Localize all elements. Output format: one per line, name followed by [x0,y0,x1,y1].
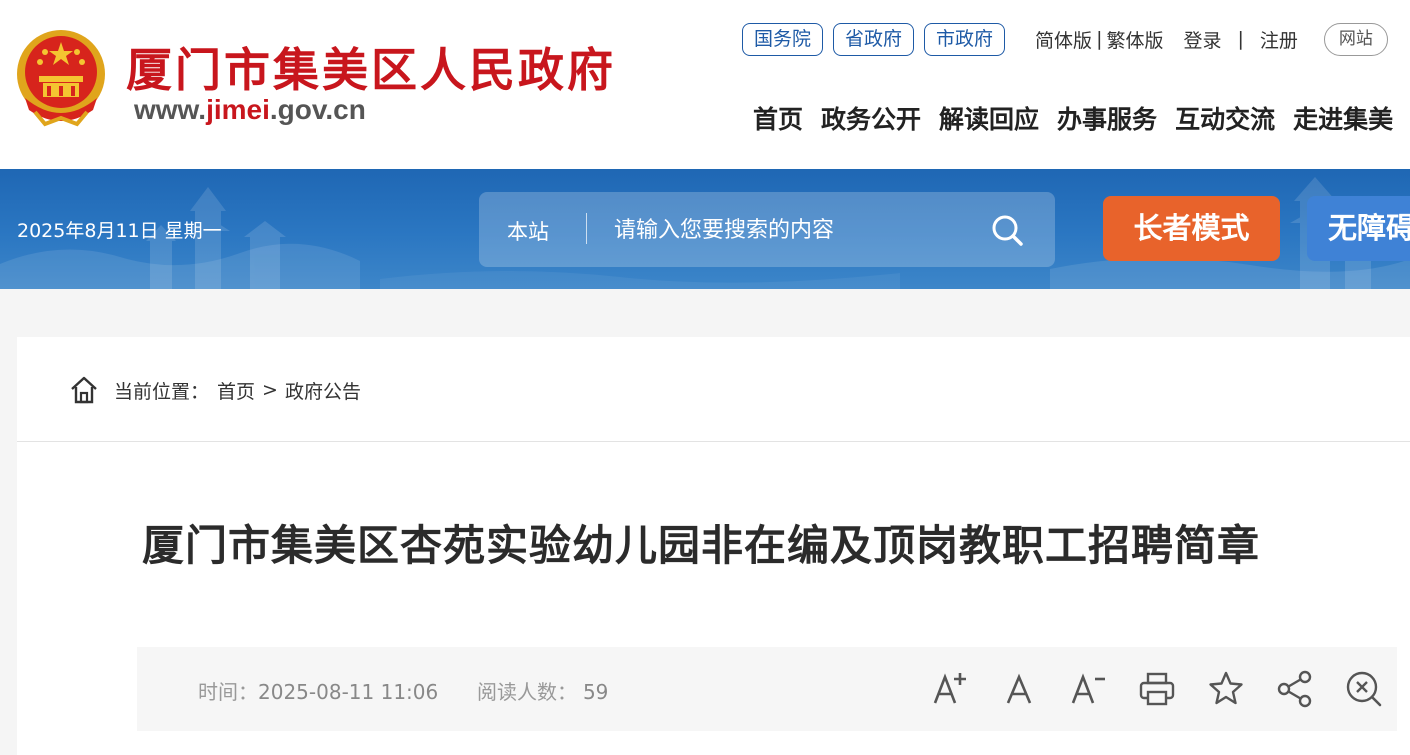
site-url-highlight: jimei [206,94,270,125]
breadcrumb-separator: > [262,379,278,401]
accessibility-button[interactable]: 无障碍 [1307,196,1410,261]
main-nav: 首页 政务公开 解读回应 办事服务 互动交流 走进集美 [753,100,1410,136]
reads-label: 阅读人数： [476,680,577,704]
register-link[interactable]: 注册 [1260,26,1298,53]
home-icon[interactable] [69,375,99,405]
search-bar: 本站 [479,192,1055,267]
article-title: 厦门市集美区杏苑实验幼儿园非在编及顶岗教职工招聘简章 [142,521,1261,570]
share-icon[interactable] [1272,667,1318,711]
lang-traditional[interactable]: 繁体版 [1106,26,1163,53]
close-zoom-icon[interactable] [1341,667,1387,711]
link-provincial-gov[interactable]: 省政府 [833,22,915,56]
current-date: 2025年8月11日 星期一 [17,220,222,242]
print-icon[interactable] [1134,667,1180,711]
breadcrumb-home[interactable]: 首页 [217,377,255,404]
breadcrumb: 当前位置： 首页 > 政府公告 [69,375,361,405]
site-url-suffix: .gov.cn [269,94,366,125]
breadcrumb-label: 当前位置： [114,380,210,403]
nav-services[interactable]: 办事服务 [1057,100,1157,136]
site-name[interactable]: 厦门市集美区人民政府 [126,34,616,100]
site-url-prefix: www. [134,94,207,125]
article-info: 时间：2025-08-11 11:06 阅读人数： 59 [198,676,608,705]
font-normal-icon[interactable] [996,667,1042,711]
lang-simplified[interactable]: 简体版 [1035,26,1092,53]
favorite-star-icon[interactable] [1203,667,1249,711]
search-icon[interactable] [989,212,1025,248]
publish-time: 2025-08-11 11:06 [258,680,439,704]
banner: 2025年8月11日 星期一 本站 长者模式 无障碍 [0,169,1410,289]
font-increase-icon[interactable] [927,667,973,711]
login-separator: | [1237,28,1244,50]
article-tools [927,667,1410,711]
link-city-gov[interactable]: 市政府 [924,22,1006,56]
lang-separator: | [1096,28,1103,50]
article-meta-bar: 时间：2025-08-11 11:06 阅读人数： 59 [137,647,1397,731]
breadcrumb-gov-notice[interactable]: 政府公告 [285,377,361,404]
login-link[interactable]: 登录 [1183,26,1221,53]
elder-mode-button[interactable]: 长者模式 [1103,196,1280,261]
site-url: www.jimei.gov.cn [134,94,366,126]
time-label: 时间： [198,680,258,704]
search-divider [586,213,587,244]
site-pill-partial[interactable]: 网站 [1323,22,1388,56]
nav-interpretation[interactable]: 解读回应 [939,100,1039,136]
link-state-council[interactable]: 国务院 [742,22,824,56]
nav-home[interactable]: 首页 [753,100,803,136]
font-decrease-icon[interactable] [1065,667,1111,711]
search-input[interactable] [614,210,994,250]
read-count: 59 [582,680,609,704]
content-card: 当前位置： 首页 > 政府公告 厦门市集美区杏苑实验幼儿园非在编及顶岗教职工招聘… [17,337,1410,755]
search-scope[interactable]: 本站 [507,216,549,246]
top-links: 国务院 省政府 市政府 简体版 | 繁体版 登录 | 注册 网站 [742,22,1388,56]
site-header: 厦门市集美区人民政府 www.jimei.gov.cn 国务院 省政府 市政府 … [0,0,1410,169]
nav-about-jimei[interactable]: 走进集美 [1293,100,1393,136]
national-emblem-icon [17,30,105,127]
nav-gov-affairs[interactable]: 政务公开 [821,100,921,136]
nav-interaction[interactable]: 互动交流 [1175,100,1275,136]
breadcrumb-divider [17,441,1410,442]
